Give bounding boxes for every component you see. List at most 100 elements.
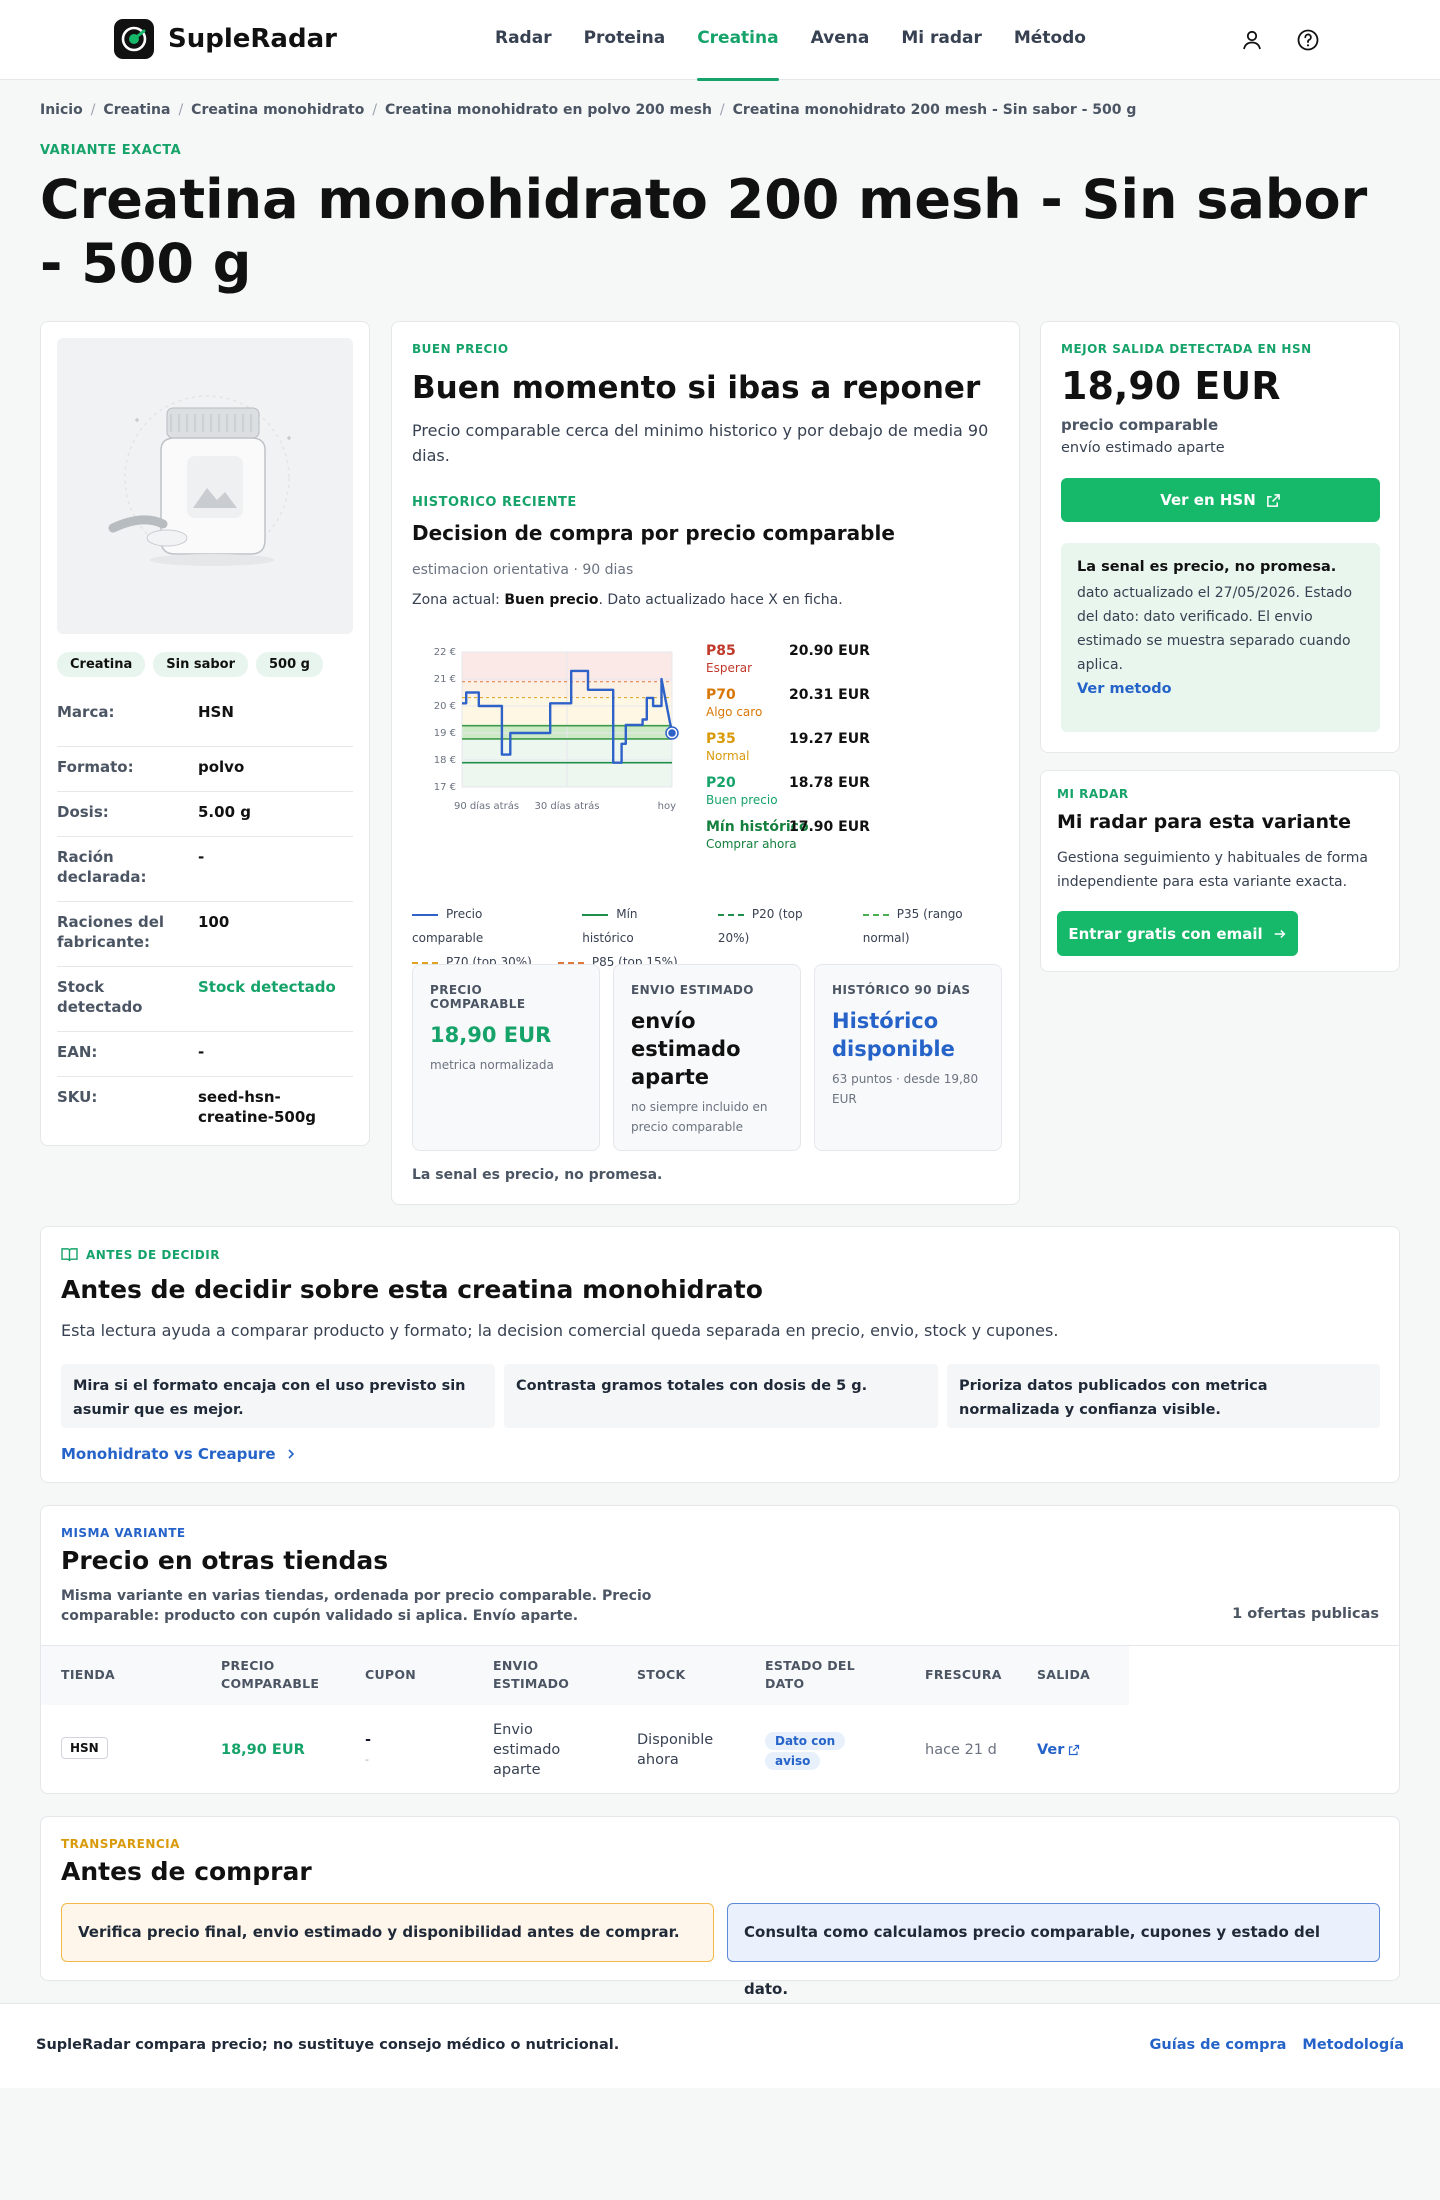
spec-label: Marca:: [57, 703, 115, 721]
analysis-description: Precio comparable cerca del minimo histo…: [412, 421, 989, 465]
nav-metodo[interactable]: Método: [1014, 0, 1086, 80]
chip-category: Creatina: [57, 652, 146, 677]
tips-row: Mira si el formato encaja con el uso pre…: [61, 1364, 1380, 1428]
spec-value: 100: [198, 913, 230, 931]
variant-chips: Creatina Sin sabor 500 g: [57, 652, 323, 677]
chip-flavor: Sin sabor: [153, 652, 249, 677]
brand-name: SupleRadar: [168, 24, 337, 54]
analysis-eyebrow: BUEN PRECIO: [412, 342, 509, 356]
col-coupon: CUPON: [365, 1667, 417, 1682]
percentile-label: P85: [706, 643, 736, 659]
chip-size: 500 g: [256, 652, 323, 677]
crumb-separator: /: [372, 102, 378, 118]
percentile-value: 20.90 EUR: [789, 643, 870, 659]
col-shipping: ENVIO ESTIMADO: [493, 1658, 570, 1691]
site-footer: SupleRadar compara precio; no sustituye …: [0, 2003, 1440, 2088]
brand-logo[interactable]: SupleRadar: [114, 19, 337, 59]
zone-prefix: Zona actual:: [412, 592, 505, 608]
best-offer-shipping: envío estimado aparte: [1061, 440, 1225, 456]
row-see-link[interactable]: Ver: [1037, 1740, 1080, 1760]
note-title: La senal es precio, no promesa.: [1077, 559, 1337, 575]
spec-stock: Stock detectado Stock detectado: [57, 967, 353, 1032]
crumb-creatina[interactable]: Creatina: [103, 102, 170, 118]
spec-label: Raciones del fabricante:: [57, 913, 165, 951]
spec-value: polvo: [198, 758, 245, 776]
metric-sub: 63 puntos · desde 19,80 EUR: [832, 1072, 979, 1106]
method-box[interactable]: Consulta como calculamos precio comparab…: [727, 1903, 1380, 1998]
metric-history: HISTÓRICO 90 DÍAS Histórico disponible 6…: [814, 964, 1002, 1151]
spec-value: -: [198, 848, 205, 866]
best-offer-price: 18,90 EUR: [1061, 364, 1281, 408]
best-offer-card: MEJOR SALIDA DETECTADA EN HSN 18,90 EUR …: [1040, 321, 1400, 753]
percentile-label: P70: [706, 687, 736, 703]
nav-avena[interactable]: Avena: [811, 0, 870, 80]
store-badge: HSN: [61, 1737, 108, 1759]
metric-shipping: ENVIO ESTIMADO envío estimado aparte no …: [613, 964, 801, 1151]
row-shipping: Envio estimado aparte: [493, 1722, 561, 1778]
metric-sub: metrica normalizada: [430, 1058, 554, 1072]
row-stock: Disponible ahora: [637, 1732, 714, 1768]
metric-label: ENVIO ESTIMADO: [631, 983, 754, 997]
help-icon[interactable]: [1296, 28, 1320, 52]
crumb-polvo-200-mesh[interactable]: Creatina monohidrato en polvo 200 mesh: [385, 102, 712, 118]
spec-sku: SKU: seed-hsn-creatine-500g: [57, 1077, 353, 1137]
tip-item: Mira si el formato encaja con el uso pre…: [61, 1364, 495, 1428]
spec-label: EAN:: [57, 1043, 98, 1061]
see-in-store-button[interactable]: Ver en HSN: [1061, 478, 1380, 522]
stores-title: Precio en otras tiendas: [61, 1546, 389, 1575]
offers-count: 1 ofertas publicas: [1232, 1606, 1379, 1622]
x-tick-label: 90 días atrás: [454, 800, 519, 812]
percentile-label: P35: [706, 731, 736, 747]
footer-links: Guías de compra Metodología: [1150, 2037, 1404, 2053]
signup-email-button[interactable]: Entrar gratis con email: [1057, 911, 1298, 956]
metric-value: 18,90 EUR: [430, 1023, 552, 1047]
x-tick-label: 30 días atrás: [534, 800, 599, 812]
footer-link-guides[interactable]: Guías de compra: [1150, 2037, 1287, 2053]
breadcrumb: Inicio / Creatina / Creatina monohidrato / …: [40, 102, 1136, 118]
col-stock: STOCK: [637, 1667, 686, 1682]
spec-declared-serving: Ración declarada: -: [57, 837, 353, 902]
nav-proteina[interactable]: Proteina: [584, 0, 666, 80]
nav-radar[interactable]: Radar: [495, 0, 552, 80]
my-radar-title: Mi radar para esta variante: [1057, 811, 1351, 833]
verify-box: Verifica precio final, envio estimado y …: [61, 1903, 714, 1962]
percentile-note: Comprar ahora: [706, 837, 797, 851]
signal-footnote: La senal es precio, no promesa.: [412, 1167, 663, 1183]
before-eyebrow: ANTES DE DECIDIR: [86, 1247, 220, 1262]
transparency-eyebrow: TRANSPARENCIA: [61, 1837, 180, 1851]
metric-label: HISTÓRICO 90 DÍAS: [832, 983, 971, 997]
spec-label: Dosis:: [57, 803, 109, 821]
current-price-point: [668, 729, 676, 737]
button-label: Ver en HSN: [1160, 491, 1256, 509]
crumb-creatina-monohidrato[interactable]: Creatina monohidrato: [191, 102, 364, 118]
external-link-icon: [1266, 493, 1280, 507]
other-stores-card: MISMA VARIANTE Precio en otras tiendas M…: [40, 1505, 1400, 1794]
see-method-link[interactable]: Ver metodo: [1077, 681, 1364, 697]
tip-item: Contrasta gramos totales con dosis de 5 …: [504, 1364, 938, 1428]
col-action: SALIDA: [1037, 1667, 1091, 1682]
spec-label: Ración declarada:: [57, 848, 147, 886]
external-link-icon: [1069, 1744, 1080, 1756]
spec-label: Formato:: [57, 758, 134, 776]
crumb-inicio[interactable]: Inicio: [40, 102, 83, 118]
spec-value: Stock detectado: [198, 978, 336, 996]
row-coupon-sub: -: [365, 1753, 369, 1766]
compare-guide-link[interactable]: Monohidrato vs Creapure: [61, 1445, 296, 1463]
chevron-right-icon: [288, 1449, 294, 1459]
nav-mi-radar[interactable]: Mi radar: [901, 0, 982, 80]
creatine-jar-illustration: [108, 395, 291, 566]
percentile-value: 19.27 EUR: [789, 731, 870, 747]
nav-creatina[interactable]: Creatina: [697, 0, 779, 81]
metric-value: envío estimado aparte: [631, 1009, 741, 1089]
user-icon[interactable]: [1240, 28, 1264, 52]
y-tick-label: 17 €: [434, 782, 456, 793]
footer-link-methodology[interactable]: Metodología: [1302, 2037, 1404, 2053]
y-tick-label: 21 €: [434, 674, 456, 685]
before-eyebrow-row: ANTES DE DECIDIR: [61, 1247, 220, 1262]
crumb-separator: /: [719, 102, 725, 118]
spec-value: seed-hsn-creatine-500g: [198, 1088, 317, 1126]
spec-ean: EAN: -: [57, 1032, 353, 1077]
variant-eyebrow: VARIANTE EXACTA: [40, 143, 182, 158]
percentile-value: 17.90 EUR: [789, 819, 870, 835]
row-status-badge: Dato con aviso: [765, 1731, 853, 1771]
